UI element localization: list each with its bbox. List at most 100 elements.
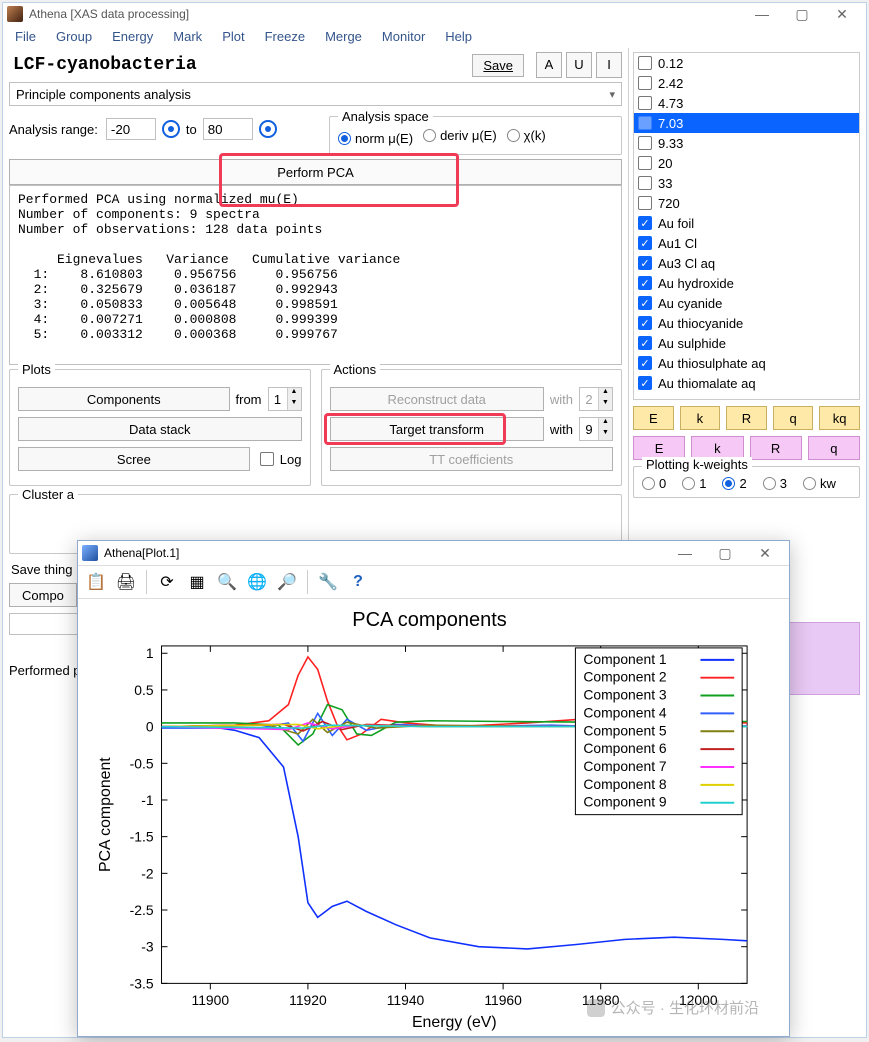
clipboard-icon[interactable]: 📋	[86, 572, 106, 592]
compo-button[interactable]: Compo	[9, 583, 77, 607]
list-item[interactable]: 20	[634, 153, 859, 173]
analysis-space-radio-2[interactable]: χ(k)	[507, 128, 546, 143]
target-icon[interactable]	[162, 120, 180, 138]
close-button[interactable]: ✕	[822, 3, 862, 25]
list-checkbox[interactable]	[638, 236, 652, 250]
list-checkbox[interactable]	[638, 196, 652, 210]
list-item[interactable]: Au hydroxide	[634, 273, 859, 293]
menu-energy[interactable]: Energy	[104, 27, 161, 46]
watermark: 公众号 · 生化环材前沿	[587, 997, 759, 1018]
list-checkbox[interactable]	[638, 356, 652, 370]
range-to-input[interactable]	[203, 118, 253, 140]
list-item[interactable]: 7.03	[634, 113, 859, 133]
zoom-region-icon[interactable]: 🔎	[277, 572, 297, 592]
list-checkbox[interactable]	[638, 256, 652, 270]
tt-coeff-button[interactable]: TT coefficients	[330, 447, 614, 471]
yellow-E-button[interactable]: E	[633, 406, 674, 430]
analysis-space-radio-0[interactable]: norm μ(E)	[338, 131, 413, 146]
list-checkbox[interactable]	[638, 336, 652, 350]
kweight-radio-3[interactable]: 3	[763, 476, 787, 491]
analysis-type-combo[interactable]: Principle components analysis ▾	[9, 82, 622, 106]
zoom-in-icon[interactable]: 🔍	[217, 572, 237, 592]
list-item[interactable]: 0.12	[634, 53, 859, 73]
menu-mark[interactable]: Mark	[165, 27, 210, 46]
list-checkbox[interactable]	[638, 156, 652, 170]
printer-icon[interactable]: 🖨	[116, 572, 136, 592]
yellow-R-button[interactable]: R	[726, 406, 767, 430]
wrench-icon[interactable]: 🔧	[318, 572, 338, 592]
log-checkbox[interactable]	[260, 452, 274, 466]
list-item[interactable]: Au thiocyanide	[634, 313, 859, 333]
pink-R-button[interactable]: R	[750, 436, 802, 460]
yellow-k-button[interactable]: k	[680, 406, 721, 430]
menu-freeze[interactable]: Freeze	[257, 27, 313, 46]
I-button[interactable]: I	[596, 52, 622, 78]
list-item[interactable]: Au thiosulphate aq	[634, 353, 859, 373]
save-button[interactable]: Save	[472, 54, 524, 77]
data-stack-button[interactable]: Data stack	[18, 417, 302, 441]
list-checkbox[interactable]	[638, 176, 652, 190]
menu-plot[interactable]: Plot	[214, 27, 252, 46]
list-item[interactable]: 9.33	[634, 133, 859, 153]
perform-pca-button[interactable]: Perform PCA	[9, 159, 622, 185]
list-item[interactable]: Au3 Cl aq	[634, 253, 859, 273]
yellow-q-button[interactable]: q	[773, 406, 814, 430]
U-button[interactable]: U	[566, 52, 592, 78]
menu-group[interactable]: Group	[48, 27, 100, 46]
A-button[interactable]: A	[536, 52, 562, 78]
plot-minimize-button[interactable]: —	[665, 542, 705, 564]
list-item[interactable]: Au thiomalate aq	[634, 373, 859, 393]
list-item[interactable]: Au cyanide	[634, 293, 859, 313]
list-checkbox[interactable]	[638, 96, 652, 110]
data-group-list[interactable]: 0.122.424.737.039.332033720Au foilAu1 Cl…	[633, 52, 860, 400]
list-checkbox[interactable]	[638, 296, 652, 310]
list-item[interactable]: Au sulphide	[634, 333, 859, 353]
list-checkbox[interactable]	[638, 316, 652, 330]
grid-icon[interactable]: ▦	[187, 572, 207, 592]
menu-monitor[interactable]: Monitor	[374, 27, 433, 46]
plot-maximize-button[interactable]: ▢	[705, 542, 745, 564]
kweight-radio-0[interactable]: 0	[642, 476, 666, 491]
maximize-button[interactable]: ▢	[782, 3, 822, 25]
target-icon[interactable]	[259, 120, 277, 138]
target-transform-button[interactable]: Target transform	[330, 417, 544, 441]
menu-merge[interactable]: Merge	[317, 27, 370, 46]
list-item[interactable]: 720	[634, 193, 859, 213]
kweight-radio-1[interactable]: 1	[682, 476, 706, 491]
menu-help[interactable]: Help	[437, 27, 480, 46]
list-checkbox[interactable]	[638, 216, 652, 230]
list-item[interactable]: Au1 Cl	[634, 233, 859, 253]
reconstruct-spinner[interactable]: 2▲▼	[579, 387, 613, 411]
list-item[interactable]: 33	[634, 173, 859, 193]
refresh-icon[interactable]: ⟳	[157, 572, 177, 592]
list-checkbox[interactable]	[638, 116, 652, 130]
list-checkbox[interactable]	[638, 76, 652, 90]
list-item[interactable]: 4.73	[634, 93, 859, 113]
menu-bar: FileGroupEnergyMarkPlot FreezeMergeMonito…	[3, 25, 866, 48]
list-item[interactable]: 2.42	[634, 73, 859, 93]
reconstruct-button[interactable]: Reconstruct data	[330, 387, 544, 411]
pca-chart: 119001192011940119601198012000-3.5-3-2.5…	[86, 636, 773, 1033]
list-checkbox[interactable]	[638, 276, 652, 290]
list-checkbox[interactable]	[638, 56, 652, 70]
range-from-input[interactable]	[106, 118, 156, 140]
list-item[interactable]: Au foil	[634, 213, 859, 233]
menu-file[interactable]: File	[7, 27, 44, 46]
zoom-fit-icon[interactable]: 🌐	[247, 572, 267, 592]
target-spinner[interactable]: 9▲▼	[579, 417, 613, 441]
svg-text:-2: -2	[141, 865, 154, 881]
minimize-button[interactable]: —	[742, 3, 782, 25]
scree-button[interactable]: Scree	[18, 447, 250, 471]
list-checkbox[interactable]	[638, 136, 652, 150]
analysis-space-legend: Analysis space	[338, 109, 433, 124]
kweight-radio-2[interactable]: 2	[722, 476, 746, 491]
analysis-space-radio-1[interactable]: deriv μ(E)	[423, 128, 497, 143]
kweight-radio-kw[interactable]: kw	[803, 476, 836, 491]
pink-q-button[interactable]: q	[808, 436, 860, 460]
yellow-kq-button[interactable]: kq	[819, 406, 860, 430]
components-button[interactable]: Components	[18, 387, 230, 411]
help-icon[interactable]: ?	[348, 572, 368, 592]
from-spinner[interactable]: 1▲▼	[268, 387, 302, 411]
plot-close-button[interactable]: ✕	[745, 542, 785, 564]
list-checkbox[interactable]	[638, 376, 652, 390]
